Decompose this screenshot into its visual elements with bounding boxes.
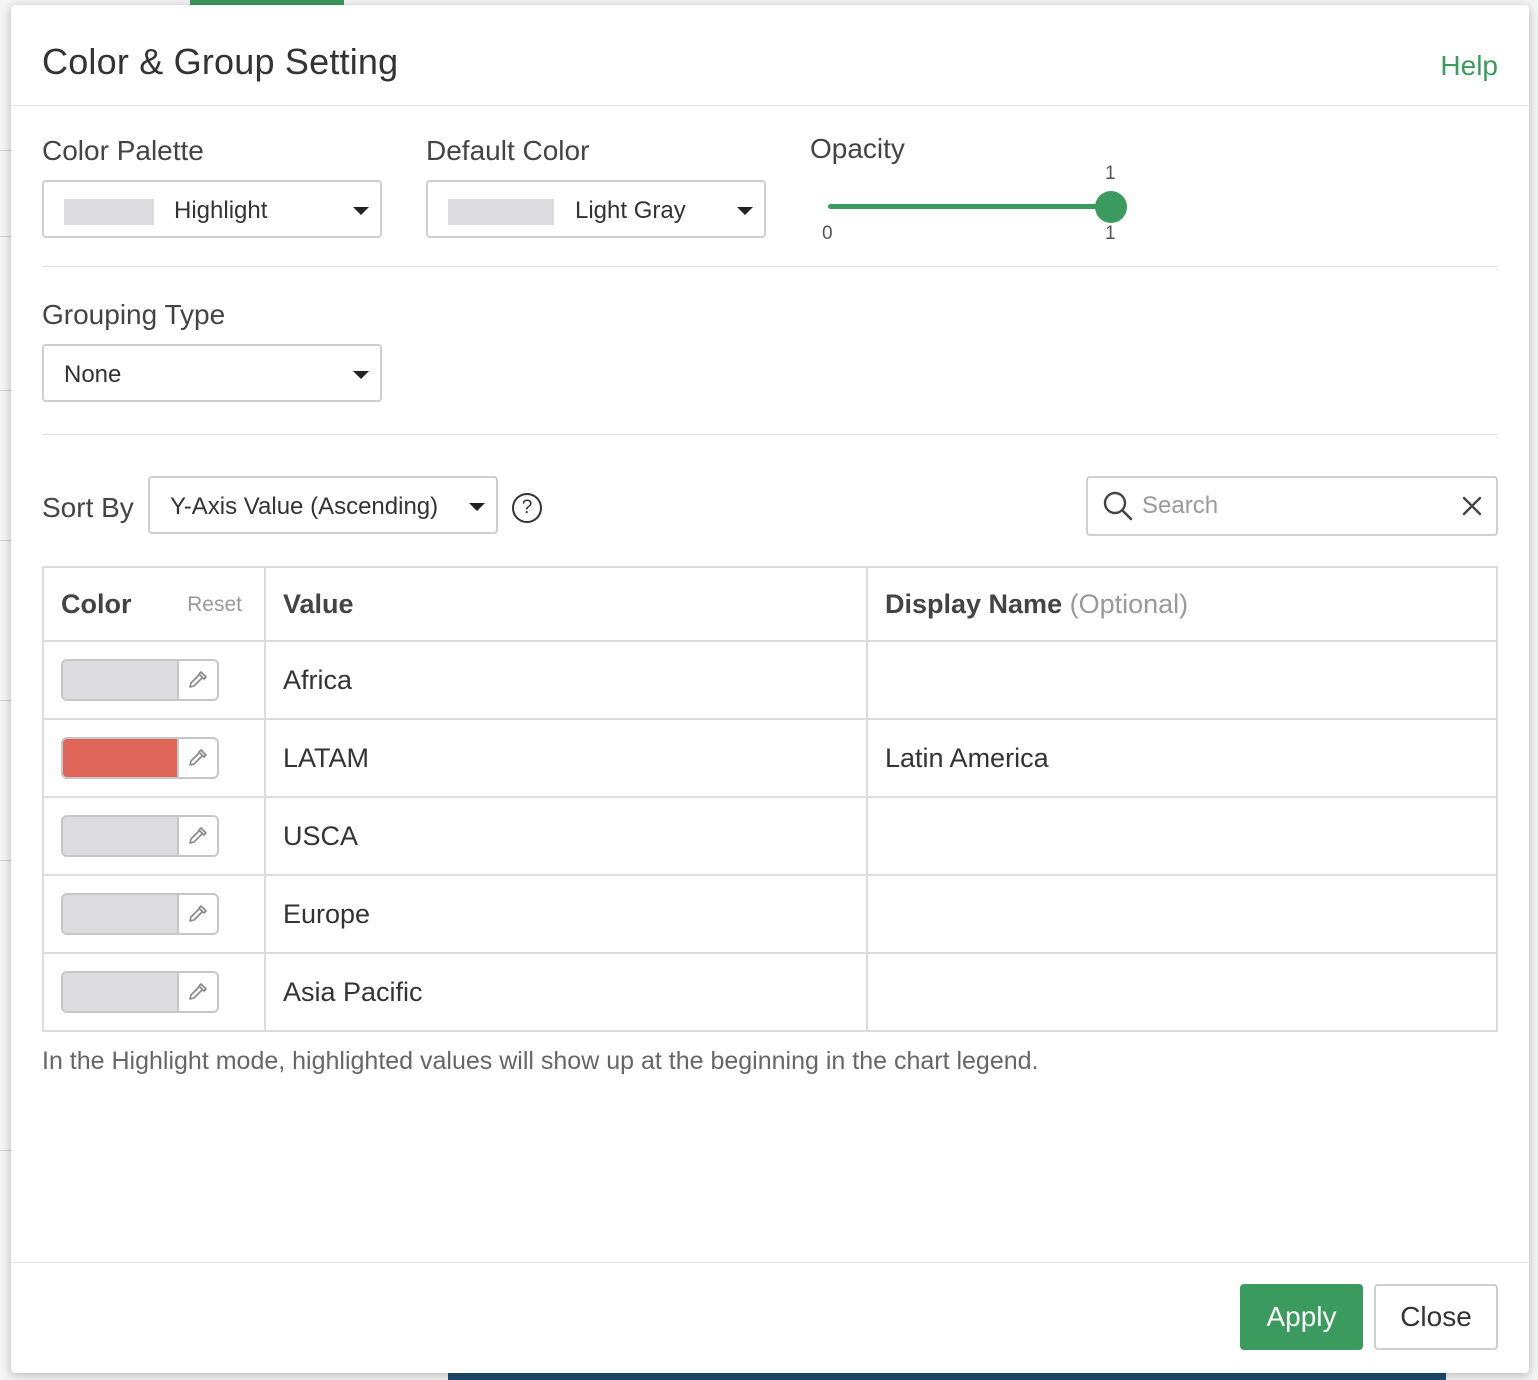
optional-hint: (Optional)	[1069, 588, 1189, 619]
search-box	[1086, 476, 1498, 536]
color-picker-button[interactable]	[177, 895, 217, 933]
section-divider	[42, 434, 1498, 435]
opacity-max-label: 1	[1105, 223, 1116, 244]
value-cell: USCA	[264, 796, 868, 876]
display-name-column-header: Display Name (Optional)	[866, 566, 1498, 642]
value-cell: Asia Pacific	[264, 952, 868, 1032]
grouping-type-select[interactable]: None	[42, 344, 382, 402]
grouping-type-value: None	[64, 361, 122, 388]
opacity-min-label: 0	[822, 223, 833, 244]
value-cell: Europe	[264, 874, 868, 954]
color-palette-value: Highlight	[174, 197, 268, 224]
chevron-down-icon	[353, 371, 369, 379]
default-color-value: Light Gray	[575, 197, 686, 224]
default-color-select[interactable]: Light Gray	[426, 180, 766, 238]
color-picker-button[interactable]	[177, 661, 217, 699]
table-row: Europe	[42, 874, 1498, 954]
display-name-cell[interactable]	[866, 952, 1498, 1032]
value-header-label: Value	[283, 588, 354, 619]
dialog-footer-divider	[11, 1262, 1529, 1263]
eyedropper-icon	[189, 671, 207, 688]
color-header-label: Color	[61, 588, 132, 619]
eyedropper-icon	[189, 827, 207, 844]
display-name-header-label: Display Name	[885, 588, 1063, 619]
color-picker[interactable]	[61, 893, 219, 935]
value-cell: Africa	[264, 640, 868, 720]
color-picker-button[interactable]	[177, 973, 217, 1011]
chevron-down-icon	[353, 207, 369, 215]
value-text: Europe	[283, 898, 371, 929]
color-cell	[42, 796, 266, 876]
value-cell: LATAM	[264, 718, 868, 798]
eyedropper-icon	[189, 983, 207, 1000]
display-name-text	[868, 821, 885, 851]
chevron-down-icon	[469, 503, 485, 511]
help-link[interactable]: Help	[1440, 50, 1498, 82]
color-picker[interactable]	[61, 659, 219, 701]
display-name-cell[interactable]: Latin America	[866, 718, 1498, 798]
color-swatch	[63, 739, 181, 777]
opacity-current-value: 1	[1105, 163, 1116, 184]
table-header-row: Color Reset Value Display Name (Optional…	[42, 566, 1498, 642]
chevron-down-icon	[737, 207, 753, 215]
table-row: USCA	[42, 796, 1498, 876]
color-mapping-table: Color Reset Value Display Name (Optional…	[42, 566, 1498, 1032]
display-name-text: Latin America	[885, 742, 1049, 773]
color-cell	[42, 640, 266, 720]
table-row: Africa	[42, 640, 1498, 720]
color-picker[interactable]	[61, 971, 219, 1013]
display-name-text	[868, 665, 885, 695]
display-name-cell[interactable]	[866, 640, 1498, 720]
color-column-header: Color Reset	[42, 566, 266, 642]
question-circle-icon[interactable]: ?	[512, 493, 542, 523]
color-picker[interactable]	[61, 737, 219, 779]
sort-by-label: Sort By	[42, 492, 134, 523]
value-text: LATAM	[283, 742, 370, 773]
close-button[interactable]: Close	[1374, 1284, 1498, 1350]
color-swatch	[63, 973, 181, 1011]
color-cell	[42, 952, 266, 1032]
clear-search-icon[interactable]	[1462, 496, 1482, 516]
display-name-text	[868, 899, 885, 929]
value-text: USCA	[283, 820, 359, 851]
search-input[interactable]	[1142, 488, 1442, 524]
opacity-slider-track[interactable]	[828, 204, 1111, 209]
color-swatch	[63, 661, 181, 699]
table-row: Asia Pacific	[42, 952, 1498, 1032]
opacity-slider-handle[interactable]	[1095, 191, 1127, 223]
color-swatch	[63, 817, 181, 855]
reset-colors-link[interactable]: Reset	[187, 593, 242, 617]
default-color-label: Default Color	[426, 135, 590, 166]
color-swatch	[63, 895, 181, 933]
apply-button[interactable]: Apply	[1240, 1284, 1363, 1350]
default-color-swatch	[448, 199, 554, 225]
eyedropper-icon	[189, 749, 207, 766]
color-palette-label: Color Palette	[42, 135, 204, 166]
value-column-header: Value	[264, 566, 868, 642]
value-text: Africa	[283, 664, 353, 695]
color-cell	[42, 718, 266, 798]
grouping-type-label: Grouping Type	[42, 299, 226, 330]
color-palette-swatch	[64, 199, 154, 225]
table-row: LATAM Latin America	[42, 718, 1498, 798]
color-picker[interactable]	[61, 815, 219, 857]
color-cell	[42, 874, 266, 954]
color-picker-button[interactable]	[177, 817, 217, 855]
dialog-title: Color & Group Setting	[42, 41, 399, 82]
section-divider	[42, 266, 1498, 267]
sort-by-value: Y-Axis Value (Ascending)	[170, 493, 439, 520]
sort-by-select[interactable]: Y-Axis Value (Ascending)	[148, 476, 498, 534]
dialog-header: Color & Group Setting Help	[11, 5, 1529, 106]
display-name-cell[interactable]	[866, 874, 1498, 954]
highlight-mode-note: In the Highlight mode, highlighted value…	[42, 1047, 1039, 1075]
color-picker-button[interactable]	[177, 739, 217, 777]
color-palette-select[interactable]: Highlight	[42, 180, 382, 238]
display-name-text	[868, 977, 885, 1007]
opacity-label: Opacity	[810, 133, 905, 164]
eyedropper-icon	[189, 905, 207, 922]
display-name-cell[interactable]	[866, 796, 1498, 876]
value-text: Asia Pacific	[283, 976, 423, 1007]
search-icon	[1103, 491, 1133, 521]
color-group-setting-dialog: Color & Group Setting Help Color Palette…	[11, 5, 1529, 1373]
